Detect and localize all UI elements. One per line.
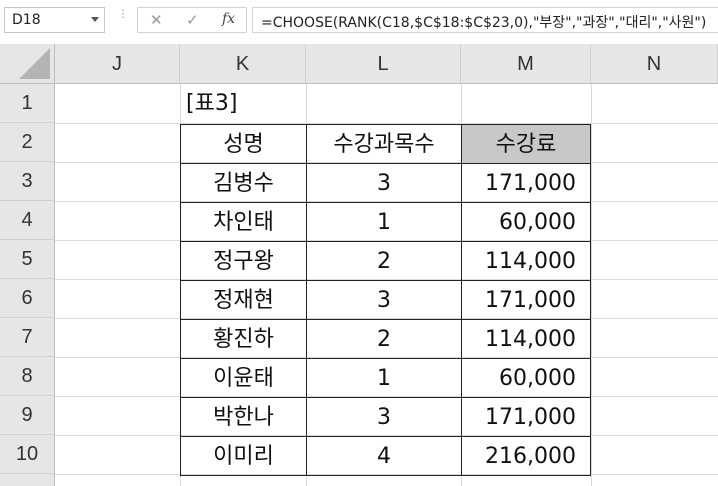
row-header-8[interactable]: 8	[0, 357, 55, 396]
column-header-n[interactable]: N	[591, 44, 718, 84]
enter-icon[interactable]: ✓	[186, 11, 199, 29]
chevron-down-icon[interactable]	[91, 17, 99, 22]
table-cell-count[interactable]: 2	[306, 241, 462, 281]
table-cell-fee[interactable]: 171,000	[461, 397, 591, 437]
table-cell-count[interactable]: 3	[306, 397, 462, 437]
row-header-3[interactable]: 3	[0, 162, 55, 201]
row-header-4[interactable]: 4	[0, 201, 55, 240]
row-header-2[interactable]: 2	[0, 123, 55, 162]
cancel-icon[interactable]: ✕	[150, 11, 163, 29]
table-cell-name[interactable]: 황진하	[180, 319, 307, 359]
table-cell-count[interactable]: 4	[306, 436, 462, 476]
table-cell-fee[interactable]: 171,000	[461, 280, 591, 320]
row-header-9[interactable]: 9	[0, 396, 55, 435]
name-box[interactable]: D18	[4, 7, 105, 33]
table-cell-name[interactable]: 이미리	[180, 436, 307, 476]
row-header-6[interactable]: 6	[0, 279, 55, 318]
table-cell-fee[interactable]: 171,000	[461, 163, 591, 203]
grid-line	[591, 84, 592, 486]
column-header-k[interactable]: K	[180, 44, 306, 84]
column-header-m[interactable]: M	[461, 44, 591, 84]
select-all-button[interactable]	[0, 44, 55, 84]
table-cell-count[interactable]: 2	[306, 319, 462, 359]
table-cell-name[interactable]: 정구왕	[180, 241, 307, 281]
formula-buttons: ✕ ✓ fx	[137, 7, 247, 33]
row-header-7[interactable]: 7	[0, 318, 55, 357]
row-header-10[interactable]: 10	[0, 435, 55, 474]
header-cell-fee[interactable]: 수강료	[461, 124, 591, 164]
table-cell-count[interactable]: 3	[306, 163, 462, 203]
formula-text: =CHOOSE(RANK(C18,$C$18:$C$23,0),"부장","과장…	[261, 15, 707, 31]
table-cell-name[interactable]: 박한나	[180, 397, 307, 437]
drag-handle-icon[interactable]: ⋮	[118, 10, 128, 20]
row-header-1[interactable]: 1	[0, 84, 55, 123]
select-all-triangle-icon	[19, 48, 50, 79]
table-cell-fee[interactable]: 114,000	[461, 241, 591, 281]
table-cell-fee[interactable]: 114,000	[461, 319, 591, 359]
table-cell-fee[interactable]: 60,000	[461, 358, 591, 398]
table-cell-name[interactable]: 정재현	[180, 280, 307, 320]
table-title-cell[interactable]: [표3]	[180, 84, 306, 123]
column-header-j[interactable]: J	[55, 44, 180, 84]
table-cell-count[interactable]: 3	[306, 280, 462, 320]
header-cell-course-count[interactable]: 수강과목수	[306, 124, 462, 164]
table-cell-count[interactable]: 1	[306, 358, 462, 398]
formula-input[interactable]: =CHOOSE(RANK(C18,$C$18:$C$23,0),"부장","과장…	[252, 7, 718, 33]
worksheet-grid: J K L M N 1 2 3 4 5 6 7 8 9 10 [표3] 성명 수…	[0, 44, 718, 486]
table-cell-count[interactable]: 1	[306, 202, 462, 242]
row-header-11[interactable]	[0, 474, 55, 486]
insert-function-icon[interactable]: fx	[222, 11, 235, 27]
header-cell-name[interactable]: 성명	[180, 124, 307, 164]
table-cell-name[interactable]: 이윤태	[180, 358, 307, 398]
row-header-5[interactable]: 5	[0, 240, 55, 279]
column-header-l[interactable]: L	[306, 44, 461, 84]
table-cell-name[interactable]: 차인태	[180, 202, 307, 242]
name-box-value: D18	[12, 12, 41, 28]
table-cell-name[interactable]: 김병수	[180, 163, 307, 203]
table-cell-fee[interactable]: 60,000	[461, 202, 591, 242]
table-cell-fee[interactable]: 216,000	[461, 436, 591, 476]
formula-bar: D18 ⋮ ✕ ✓ fx =CHOOSE(RANK(C18,$C$18:$C$2…	[0, 0, 718, 44]
